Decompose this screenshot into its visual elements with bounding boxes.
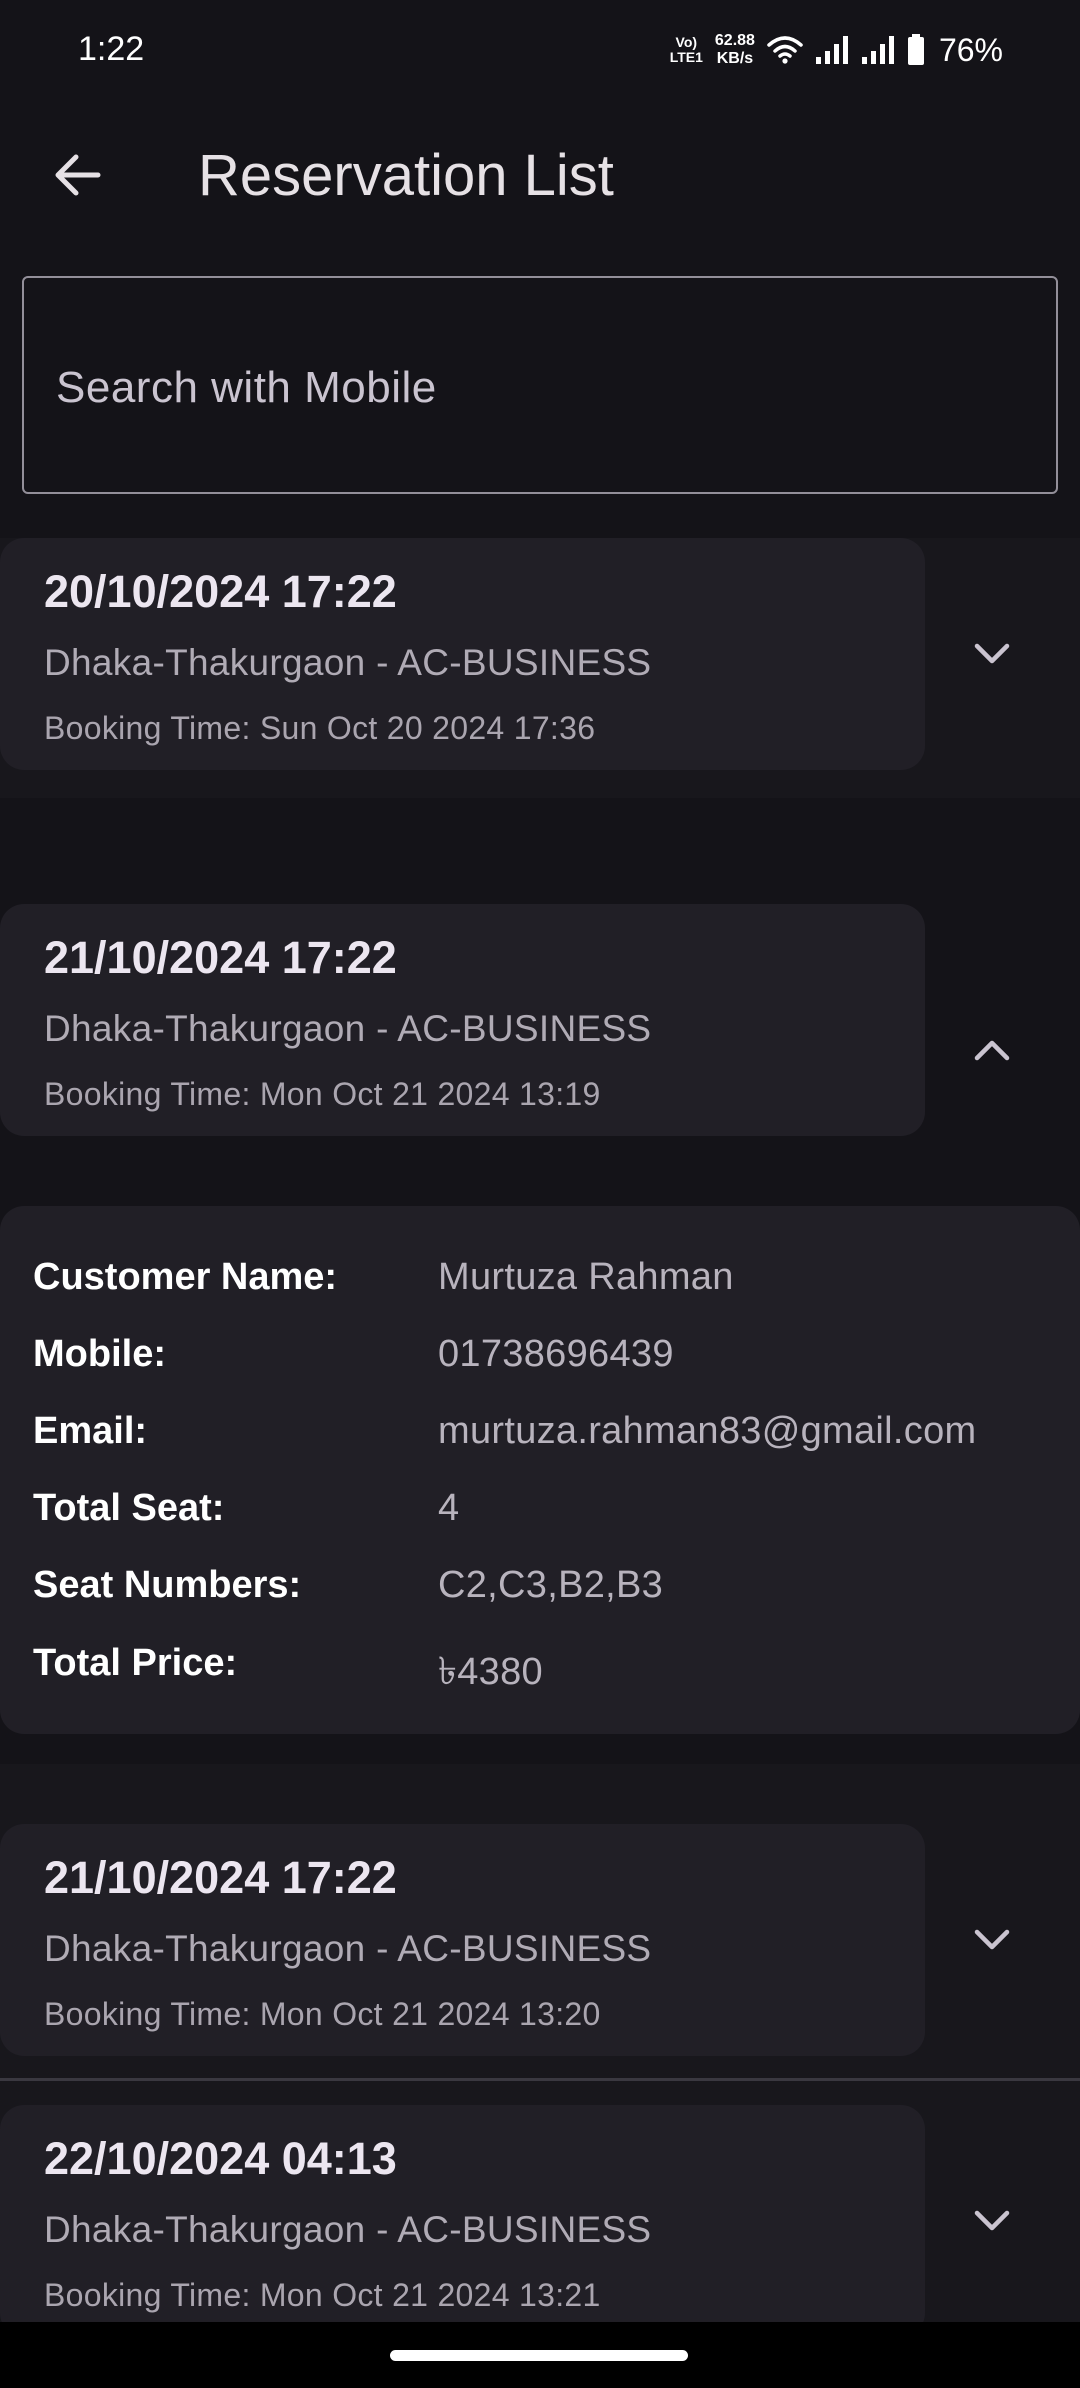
reservation-card[interactable]: 22/10/2024 04:13 Dhaka-Thakurgaon - AC-B… (0, 2105, 925, 2337)
search-field[interactable] (22, 276, 1058, 494)
total-price-value: ৳4380 (438, 1651, 543, 1693)
trip-route: Dhaka-Thakurgaon - AC-BUSINESS (44, 642, 652, 683)
reservation-item: 22/10/2024 04:13 Dhaka-Thakurgaon - AC-B… (0, 2081, 1080, 2337)
system-navigation-bar (0, 2322, 1080, 2388)
detail-row-customer-name: Customer Name: Murtuza Rahman (0, 1250, 1080, 1310)
reservation-details-panel: Customer Name: Murtuza Rahman Mobile: 01… (0, 1206, 1080, 1734)
trip-date: 21/10/2024 17:22 (44, 1852, 397, 1903)
booking-time: Booking Time: Mon Oct 21 2024 13:19 (44, 1076, 601, 1112)
search-input[interactable] (56, 338, 1016, 438)
signal-icon (815, 36, 848, 64)
expand-button[interactable] (964, 2193, 1020, 2249)
detail-label: Customer Name: (33, 1256, 338, 1298)
signal-icon (861, 36, 894, 64)
trip-date: 21/10/2024 17:22 (44, 932, 397, 983)
expand-button[interactable] (964, 1912, 1020, 1968)
reservation-item: 20/10/2024 17:22 Dhaka-Thakurgaon - AC-B… (0, 538, 1080, 798)
detail-row-total-price: Total Price: ৳4380 (0, 1636, 1080, 1696)
net-speed-indicator: 62.88 KB/s (714, 32, 755, 67)
booking-time: Booking Time: Sun Oct 20 2024 17:36 (44, 710, 596, 746)
reservation-card[interactable]: 20/10/2024 17:22 Dhaka-Thakurgaon - AC-B… (0, 538, 925, 770)
detail-row-email: Email: murtuza.rahman83@gmail.com (0, 1404, 1080, 1464)
status-time: 1:22 (78, 30, 145, 68)
trip-route: Dhaka-Thakurgaon - AC-BUSINESS (44, 2209, 652, 2250)
page-title: Reservation List (198, 143, 614, 208)
arrow-left-icon (55, 154, 101, 196)
detail-label: Email: (33, 1410, 148, 1452)
expand-button[interactable] (964, 626, 1020, 682)
booking-time: Booking Time: Mon Oct 21 2024 13:21 (44, 2277, 601, 2313)
detail-label: Mobile: (33, 1333, 166, 1375)
customer-name-value: Murtuza Rahman (438, 1256, 734, 1298)
battery-icon (907, 34, 924, 65)
battery-percent: 76% (938, 31, 1003, 68)
status-bar: 1:22 Vo) LTE1 62.88 KB/s 76% (0, 0, 1080, 100)
detail-row-total-seat: Total Seat: 4 (0, 1481, 1080, 1541)
chevron-down-icon (974, 2210, 1010, 2231)
app-bar: Reservation List (0, 120, 1080, 230)
chevron-up-icon (974, 1040, 1010, 1061)
wifi-icon (767, 36, 803, 64)
reservation-list-screen: 1:22 Vo) LTE1 62.88 KB/s 76% Reservation… (0, 0, 1080, 2388)
booking-time: Booking Time: Mon Oct 21 2024 13:20 (44, 1996, 601, 2032)
detail-label: Total Seat: (33, 1487, 225, 1529)
collapse-button[interactable] (964, 1022, 1020, 1078)
chevron-down-icon (974, 643, 1010, 664)
reservation-item: 21/10/2024 17:22 Dhaka-Thakurgaon - AC-B… (0, 1764, 1080, 2078)
reservation-card[interactable]: 21/10/2024 17:22 Dhaka-Thakurgaon - AC-B… (0, 1824, 925, 2056)
reservation-card[interactable]: 21/10/2024 17:22 Dhaka-Thakurgaon - AC-B… (0, 904, 925, 1136)
detail-label: Seat Numbers: (33, 1564, 302, 1606)
trip-route: Dhaka-Thakurgaon - AC-BUSINESS (44, 1928, 652, 1969)
detail-label: Total Price: (33, 1642, 238, 1684)
back-button[interactable] (38, 145, 118, 205)
mobile-value: 01738696439 (438, 1333, 674, 1375)
detail-row-mobile: Mobile: 01738696439 (0, 1327, 1080, 1387)
trip-date: 20/10/2024 17:22 (44, 566, 397, 617)
volte-indicator: Vo) LTE1 (669, 34, 703, 65)
seat-numbers-value: C2,C3,B2,B3 (438, 1564, 664, 1606)
trip-date: 22/10/2024 04:13 (44, 2133, 397, 2184)
reservation-item: 21/10/2024 17:22 Dhaka-Thakurgaon - AC-B… (0, 904, 1080, 1164)
trip-route: Dhaka-Thakurgaon - AC-BUSINESS (44, 1008, 652, 1049)
detail-row-seat-numbers: Seat Numbers: C2,C3,B2,B3 (0, 1558, 1080, 1618)
email-value: murtuza.rahman83@gmail.com (438, 1410, 977, 1452)
chevron-down-icon (974, 1929, 1010, 1950)
total-seat-value: 4 (438, 1487, 460, 1529)
status-indicators: Vo) LTE1 62.88 KB/s 76% (670, 22, 1003, 78)
home-gesture-handle[interactable] (390, 2350, 688, 2361)
